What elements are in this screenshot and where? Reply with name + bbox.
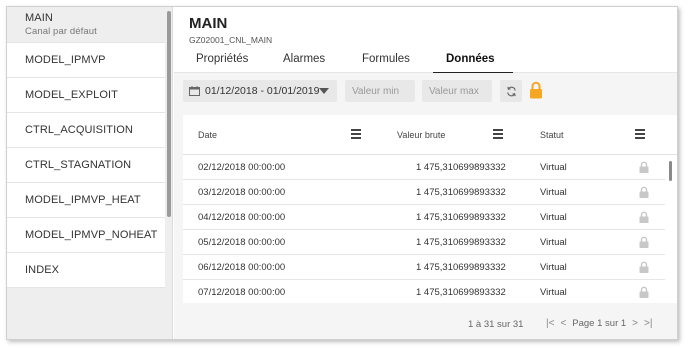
sidebar-item-label: MODEL_IPMVP bbox=[25, 54, 106, 66]
table-row[interactable]: 04/12/2018 00:00:00 1 475,310699893332 V… bbox=[183, 205, 665, 230]
column-header-date[interactable]: Date bbox=[198, 130, 217, 140]
cell-date: 07/12/2018 00:00:00 bbox=[198, 287, 286, 298]
tab-formules[interactable]: Formules bbox=[353, 53, 433, 70]
sidebar-item-label: CTRL_STAGNATION bbox=[25, 159, 132, 171]
sidebar-item-label: CTRL_ACQUISITION bbox=[25, 124, 133, 136]
sidebar-item-sublabel: Canal par défaut bbox=[25, 26, 97, 37]
sidebar-item-label: MODEL_EXPLOIT bbox=[25, 89, 118, 101]
cell-value: 1 475,310699893332 bbox=[416, 212, 506, 223]
lock-icon[interactable] bbox=[639, 161, 649, 173]
cell-value: 1 475,310699893332 bbox=[416, 162, 506, 173]
cell-status: Virtual bbox=[540, 262, 567, 273]
cell-value: 1 475,310699893332 bbox=[416, 187, 506, 198]
table-row[interactable]: 05/12/2018 00:00:00 1 475,310699893332 V… bbox=[183, 230, 665, 255]
table-footer: 1 à 31 sur 31 |< < Page 1 sur 1 > >| bbox=[174, 303, 677, 339]
app-window: MAIN Canal par défaut MODEL_IPMVP MODEL_… bbox=[6, 6, 678, 340]
date-range-value: 01/12/2018 - 01/01/2019 bbox=[205, 85, 320, 97]
sidebar-item-label: INDEX bbox=[25, 264, 60, 276]
cell-date: 05/12/2018 00:00:00 bbox=[198, 237, 286, 248]
main-panel: MAIN GZ02001_CNL_MAIN Propriétés Alarmes… bbox=[174, 7, 677, 339]
row-count: 1 à 31 sur 31 bbox=[468, 319, 524, 330]
pagination: |< < Page 1 sur 1 > >| bbox=[546, 318, 652, 329]
channel-code: GZ02001_CNL_MAIN bbox=[189, 35, 273, 45]
refresh-button[interactable] bbox=[500, 80, 522, 102]
sidebar-item-ctrl-acquisition[interactable]: CTRL_ACQUISITION bbox=[7, 113, 165, 148]
cell-status: Virtual bbox=[540, 212, 567, 223]
cell-date: 06/12/2018 00:00:00 bbox=[198, 262, 286, 273]
sidebar-scrollbar[interactable] bbox=[167, 11, 171, 217]
filter-toolbar: 01/12/2018 - 01/01/2019 bbox=[174, 73, 677, 111]
cell-value: 1 475,310699893332 bbox=[416, 237, 506, 248]
tab-donnees[interactable]: Données bbox=[433, 53, 513, 74]
column-header-value[interactable]: Valeur brute bbox=[397, 130, 445, 140]
min-value-input[interactable] bbox=[345, 80, 415, 102]
lock-icon[interactable] bbox=[639, 286, 649, 298]
table-row[interactable]: 02/12/2018 00:00:00 1 475,310699893332 V… bbox=[183, 155, 665, 180]
tab-alarmes[interactable]: Alarmes bbox=[276, 53, 353, 70]
channel-sidebar: MAIN Canal par défaut MODEL_IPMVP MODEL_… bbox=[7, 7, 173, 339]
column-header-status[interactable]: Statut bbox=[540, 130, 564, 140]
sidebar-item-model-ipmvp[interactable]: MODEL_IPMVP bbox=[7, 43, 165, 78]
sidebar-item-model-ipmvp-noheat[interactable]: MODEL_IPMVP_NOHEAT bbox=[7, 218, 165, 253]
table-row[interactable]: 07/12/2018 00:00:00 1 475,310699893332 V… bbox=[183, 280, 665, 303]
sidebar-item-label: MODEL_IPMVP_HEAT bbox=[25, 194, 141, 206]
column-menu-icon[interactable] bbox=[635, 129, 645, 139]
column-menu-icon[interactable] bbox=[493, 129, 503, 139]
page-title: MAIN bbox=[189, 15, 228, 32]
cell-date: 02/12/2018 00:00:00 bbox=[198, 162, 286, 173]
cell-date: 03/12/2018 00:00:00 bbox=[198, 187, 286, 198]
cell-date: 04/12/2018 00:00:00 bbox=[198, 212, 286, 223]
lock-icon[interactable] bbox=[639, 236, 649, 248]
sidebar-item-label: MAIN bbox=[25, 12, 53, 24]
lock-icon[interactable] bbox=[529, 81, 543, 99]
next-page-button[interactable]: > bbox=[632, 318, 638, 329]
lock-icon[interactable] bbox=[639, 261, 649, 273]
cell-value: 1 475,310699893332 bbox=[416, 287, 506, 298]
cell-status: Virtual bbox=[540, 237, 567, 248]
table-row[interactable]: 03/12/2018 00:00:00 1 475,310699893332 V… bbox=[183, 180, 665, 205]
table-header: Date Valeur brute Statut bbox=[183, 115, 677, 155]
lock-icon[interactable] bbox=[639, 211, 649, 223]
sidebar-item-label: MODEL_IPMVP_NOHEAT bbox=[25, 229, 158, 241]
date-range-picker[interactable]: 01/12/2018 - 01/01/2019 bbox=[183, 80, 337, 102]
cell-value: 1 475,310699893332 bbox=[416, 262, 506, 273]
cell-status: Virtual bbox=[540, 187, 567, 198]
sidebar-item-model-ipmvp-heat[interactable]: MODEL_IPMVP_HEAT bbox=[7, 183, 165, 218]
sidebar-item-ctrl-stagnation[interactable]: CTRL_STAGNATION bbox=[7, 148, 165, 183]
last-page-button[interactable]: >| bbox=[644, 318, 652, 329]
max-value-input[interactable] bbox=[422, 80, 492, 102]
channel-header: MAIN GZ02001_CNL_MAIN Propriétés Alarmes… bbox=[174, 7, 677, 74]
calendar-icon bbox=[189, 86, 200, 96]
sidebar-item-index[interactable]: INDEX bbox=[7, 253, 165, 288]
page-indicator: Page 1 sur 1 bbox=[572, 318, 627, 329]
prev-page-button[interactable]: < bbox=[560, 318, 566, 329]
column-menu-icon[interactable] bbox=[351, 129, 361, 139]
cell-status: Virtual bbox=[540, 162, 567, 173]
first-page-button[interactable]: |< bbox=[546, 318, 554, 329]
cell-status: Virtual bbox=[540, 287, 567, 298]
table-row[interactable]: 06/12/2018 00:00:00 1 475,310699893332 V… bbox=[183, 255, 665, 280]
refresh-icon bbox=[506, 86, 516, 96]
sidebar-item-main[interactable]: MAIN Canal par défaut bbox=[7, 7, 165, 43]
lock-icon[interactable] bbox=[639, 186, 649, 198]
table-scrollbar[interactable] bbox=[669, 161, 672, 181]
tab-proprietes[interactable]: Propriétés bbox=[189, 53, 276, 70]
sidebar-item-model-exploit[interactable]: MODEL_EXPLOIT bbox=[7, 78, 165, 113]
chevron-down-icon bbox=[319, 88, 329, 94]
data-table: Date Valeur brute Statut 02/12/2018 00:0… bbox=[183, 115, 677, 303]
tab-bar: Propriétés Alarmes Formules Données bbox=[189, 53, 513, 74]
